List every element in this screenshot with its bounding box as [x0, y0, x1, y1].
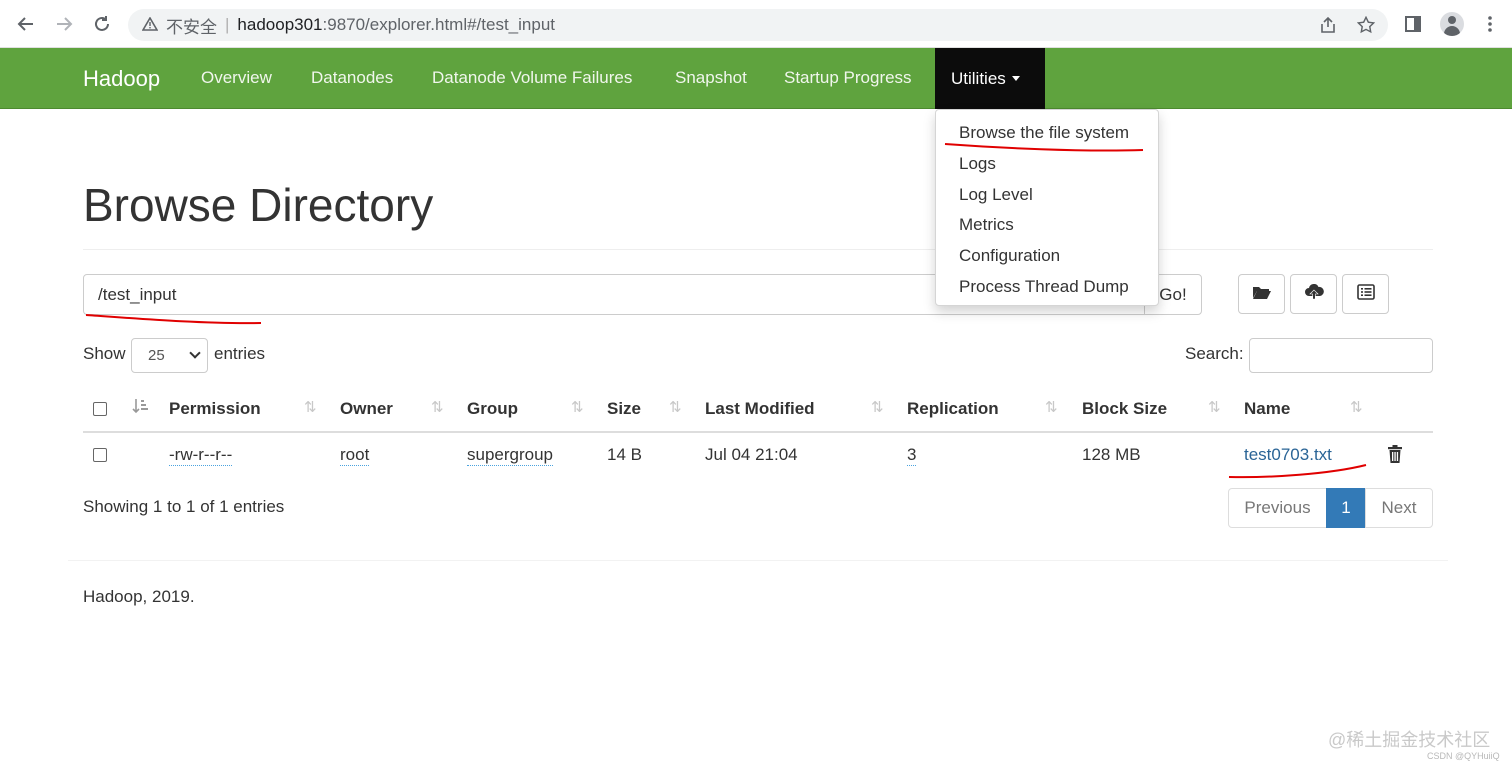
cell-owner[interactable]: root [340, 445, 370, 466]
nav-datanode-volume-failures[interactable]: Datanode Volume Failures [432, 68, 632, 88]
column-header-permission[interactable]: Permission [169, 399, 261, 419]
column-header-group[interactable]: Group [467, 399, 518, 419]
sort-both-icon[interactable]: ⇅ [669, 398, 681, 416]
insecure-label: 不安全 [166, 17, 217, 37]
back-arrow-icon[interactable] [13, 11, 39, 37]
nav-overview[interactable]: Overview [201, 68, 272, 88]
list-alt-icon [1356, 283, 1375, 305]
sort-both-icon[interactable]: ⇅ [1350, 398, 1362, 416]
entries-label: entries [214, 344, 266, 363]
caret-down-icon [1011, 76, 1020, 81]
sort-both-icon[interactable]: ⇅ [431, 398, 443, 416]
watermark-juejin: @稀土掘金技术社区 [1328, 730, 1491, 750]
footer-divider [68, 560, 1448, 561]
table-summary: Showing 1 to 1 of 1 entries [83, 497, 285, 516]
sort-both-icon[interactable]: ⇅ [304, 398, 316, 416]
reload-icon[interactable] [89, 11, 115, 37]
create-directory-button[interactable] [1238, 274, 1285, 314]
nav-startup-progress[interactable]: Startup Progress [784, 68, 912, 88]
show-label: Show [83, 344, 126, 363]
file-name-link[interactable]: test0703.txt [1244, 445, 1332, 465]
row-select-checkbox[interactable] [93, 448, 107, 462]
cell-permission[interactable]: -rw-r--r-- [169, 445, 233, 466]
column-header-block-size[interactable]: Block Size [1082, 399, 1167, 419]
search-input[interactable] [1249, 338, 1433, 373]
brand-logo[interactable]: Hadoop [83, 66, 160, 92]
utilities-dropdown-menu: Browse the file system Logs Log Level Me… [935, 109, 1159, 306]
chevron-down-icon [189, 347, 201, 359]
cut-paste-button[interactable] [1342, 274, 1389, 314]
page-title: Browse Directory [83, 179, 434, 231]
sort-both-icon[interactable]: ⇅ [1208, 398, 1220, 416]
menu-item-browse-file-system[interactable]: Browse the file system [936, 118, 1158, 149]
cell-group[interactable]: supergroup [467, 445, 554, 466]
cell-last-modified: Jul 04 21:04 [705, 445, 798, 464]
title-divider [83, 249, 1433, 250]
previous-page-button[interactable]: Previous [1228, 488, 1327, 528]
folder-open-icon [1252, 284, 1272, 305]
cell-size: 14 B [607, 445, 642, 464]
nav-utilities[interactable]: Utilities [935, 48, 1045, 109]
url-path: :9870/explorer.html#/test_input [322, 15, 555, 34]
menu-item-metrics[interactable]: Metrics [936, 210, 1158, 241]
select-all-checkbox[interactable] [93, 402, 107, 416]
cloud-upload-icon [1304, 283, 1324, 305]
trash-icon[interactable] [1387, 444, 1403, 464]
column-header-size[interactable]: Size [607, 399, 641, 419]
nav-datanodes[interactable]: Datanodes [311, 68, 393, 88]
sort-both-icon[interactable]: ⇅ [571, 398, 583, 416]
menu-item-configuration[interactable]: Configuration [936, 241, 1158, 272]
share-icon[interactable] [1316, 13, 1340, 37]
cell-block-size: 128 MB [1082, 445, 1141, 464]
search-label: Search: [1185, 344, 1244, 363]
url-host: hadoop301 [237, 15, 323, 34]
table-header: Permission ⇅ Owner ⇅ Group ⇅ Size ⇅ Last… [83, 388, 1433, 433]
column-header-replication[interactable]: Replication [907, 399, 999, 419]
entries-select-value: 25 [148, 347, 165, 364]
watermark-csdn: CSDN @QYHuiiQ [1427, 751, 1500, 761]
cell-replication[interactable]: 3 [907, 445, 917, 466]
upload-files-button[interactable] [1290, 274, 1337, 314]
profile-avatar-icon[interactable] [1440, 12, 1464, 36]
column-header-last-modified[interactable]: Last Modified [705, 399, 815, 419]
footer-text: Hadoop, 2019. [83, 587, 195, 606]
red-annotation-marks [85, 143, 1367, 479]
entries-per-page-select[interactable]: 25 [131, 338, 208, 373]
table-row: -rw-r--r-- root supergroup 14 B Jul 04 2… [83, 433, 1433, 478]
page-1-button[interactable]: 1 [1326, 488, 1366, 528]
menu-item-process-thread-dump[interactable]: Process Thread Dump [936, 272, 1158, 303]
column-header-owner[interactable]: Owner [340, 399, 393, 419]
sort-both-icon[interactable]: ⇅ [871, 398, 883, 416]
sort-both-icon[interactable]: ⇅ [1045, 398, 1057, 416]
annotation-underline-path [85, 314, 262, 325]
sort-amount-icon[interactable] [132, 397, 150, 419]
url-separator: | [225, 15, 230, 34]
main-navbar: Hadoop Overview Datanodes Datanode Volum… [0, 48, 1512, 109]
next-page-button[interactable]: Next [1365, 488, 1433, 528]
browser-toolbar: 不安全 | hadoop301:9870/explorer.html#/test… [0, 0, 1512, 48]
bookmark-star-icon[interactable] [1354, 13, 1378, 37]
nav-utilities-label: Utilities [951, 68, 1006, 88]
column-header-name[interactable]: Name [1244, 399, 1290, 419]
forward-arrow-icon[interactable] [51, 11, 77, 37]
pagination: Previous 1 Next [1228, 488, 1433, 528]
address-bar[interactable]: 不安全 | hadoop301:9870/explorer.html#/test… [128, 9, 1388, 41]
side-panel-icon[interactable] [1401, 12, 1425, 36]
warning-triangle-icon [141, 15, 159, 34]
menu-item-logs[interactable]: Logs [936, 149, 1158, 180]
menu-item-log-level[interactable]: Log Level [936, 180, 1158, 211]
nav-snapshot[interactable]: Snapshot [675, 68, 747, 88]
more-menu-icon[interactable] [1478, 12, 1502, 36]
